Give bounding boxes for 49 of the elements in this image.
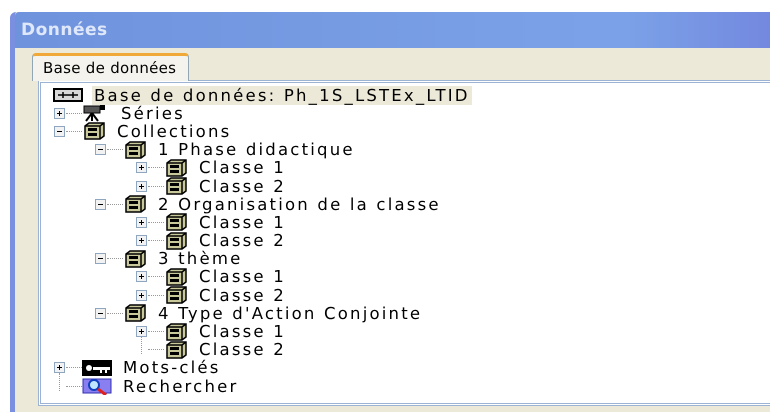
expand-toggle[interactable]	[54, 362, 65, 374]
expand-toggle[interactable]	[136, 271, 147, 282]
tree-item[interactable]: 4 Type d'Action Conjointe	[156, 304, 424, 323]
tree-item[interactable]: Classe 2	[197, 286, 288, 305]
cabinet-icon	[82, 122, 106, 140]
expand-toggle[interactable]	[136, 216, 147, 228]
tree-item[interactable]: 2 Organisation de la classe	[156, 194, 443, 214]
tree-item[interactable]: Classe 1	[197, 267, 288, 286]
cabinet-icon	[164, 322, 188, 341]
cabinet-icon	[164, 158, 188, 177]
cabinet-icon	[123, 304, 147, 322]
tree-item[interactable]: Classe 2	[197, 176, 288, 196]
collapse-toggle[interactable]	[54, 126, 65, 137]
cabinet-icon	[123, 140, 147, 159]
collapse-toggle[interactable]	[95, 308, 106, 319]
cabinet-icon	[164, 340, 188, 359]
cabinet-icon	[123, 195, 147, 214]
cabinet-icon	[164, 286, 188, 304]
tree-item[interactable]: 1 Phase didactique	[156, 140, 357, 160]
cabinet-icon	[123, 250, 147, 268]
collapse-toggle[interactable]	[95, 198, 106, 210]
collapse-toggle[interactable]	[95, 253, 106, 264]
expand-toggle[interactable]	[136, 290, 147, 301]
cabinet-icon	[164, 177, 188, 196]
expand-toggle[interactable]	[54, 108, 65, 119]
database-icon	[53, 88, 83, 102]
tree-item[interactable]: Rechercher	[121, 376, 240, 396]
expand-toggle[interactable]	[136, 326, 147, 338]
cabinet-icon	[164, 232, 188, 250]
tree-item[interactable]: Base de données: Ph_1S_LSTEx_LTID	[92, 86, 472, 105]
tree-item[interactable]: Mots-clés	[121, 358, 223, 378]
collapse-toggle[interactable]	[95, 144, 106, 156]
key-icon	[82, 360, 112, 376]
tree-item[interactable]: 3 thème	[156, 249, 244, 268]
tree-item[interactable]: Classe 1	[197, 158, 288, 178]
search-icon	[82, 377, 112, 396]
tree-item[interactable]: Classe 2	[197, 231, 288, 250]
expand-toggle[interactable]	[136, 180, 147, 192]
expand-toggle[interactable]	[136, 162, 147, 174]
tree-item[interactable]: Classe 1	[197, 322, 288, 342]
expand-toggle[interactable]	[136, 235, 147, 246]
tree-item[interactable]: Classe 2	[197, 340, 288, 360]
tree-item[interactable]: Classe 1	[197, 212, 288, 232]
tree-item[interactable]: Collections	[115, 122, 234, 141]
cabinet-icon	[164, 213, 188, 232]
tree-item[interactable]: Séries	[119, 104, 187, 123]
tab[interactable]: Base de données	[32, 53, 190, 81]
cabinet-icon	[164, 268, 188, 286]
window-title: Données	[21, 20, 108, 40]
